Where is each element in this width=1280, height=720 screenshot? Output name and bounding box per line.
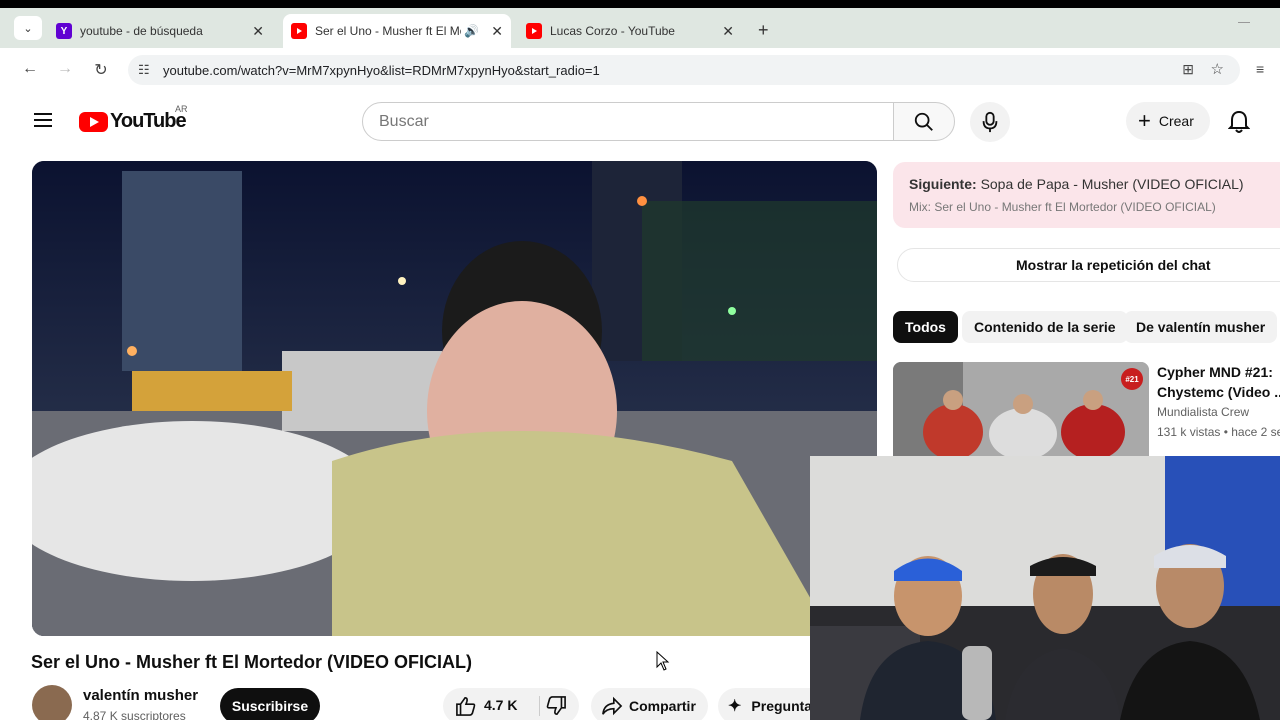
search-placeholder: Buscar [379,112,429,130]
channel-name[interactable]: valentín musher [83,687,198,704]
notifications-bell-icon[interactable] [1227,110,1251,139]
mix-label: Mix: Ser el Uno - Musher ft El Mortedor … [909,200,1216,214]
forward-arrow-icon[interactable]: → [55,60,75,78]
episode-badge: #21 [1121,368,1143,390]
thumbnail-image [893,362,1149,456]
youtube-play-icon [79,111,108,132]
recommended-meta: 131 k vistas • hace 2 se [1157,425,1280,439]
chip-series-content[interactable]: Contenido de la serie [962,311,1128,343]
tab-title: youtube - de búsqueda [80,24,203,38]
share-arrow-icon [602,696,623,716]
minimize-icon[interactable] [1238,22,1250,23]
recommended-channel[interactable]: Mundialista Crew [1157,405,1249,419]
mouse-cursor-icon [656,651,670,671]
microphone-icon [982,111,998,133]
like-count: 4.7 K [484,697,518,713]
menu-icon[interactable] [34,113,52,127]
tab-search-button[interactable]: ⌄ [14,16,42,40]
reload-icon[interactable]: ↻ [91,60,111,80]
youtube-icon [526,23,542,39]
site-settings-icon[interactable]: ☷ [138,62,150,78]
install-app-icon[interactable]: ⊞ [1182,61,1194,78]
tab-lucas-corzo[interactable]: Lucas Corzo - YouTube ✕ [526,14,742,48]
ask-label: Preguntar [751,698,818,714]
video-frame [32,161,877,636]
new-tab-button[interactable]: + [758,20,769,41]
top-border [0,0,1280,8]
video-title: Ser el Uno - Musher ft El Mortedor (VIDE… [31,652,473,672]
webcam-overlay [810,456,1280,720]
plus-icon: + [1138,108,1151,133]
close-icon[interactable]: ✕ [252,23,264,40]
search-input[interactable]: Buscar [362,102,894,141]
voice-search-button[interactable] [970,102,1010,142]
next-video-title: Sopa de Papa - Musher (VIDEO OFICIAL) [980,176,1244,192]
bookmark-star-icon[interactable]: ☆ [1211,60,1224,78]
url-text[interactable]: youtube.com/watch?v=MrM7xpynHyo&list=RDM… [163,63,600,78]
share-button[interactable]: Compartir [591,688,708,720]
speaker-icon[interactable]: 🔊 [464,24,479,38]
back-arrow-icon[interactable]: ← [20,60,40,78]
show-chat-replay-button[interactable]: Mostrar la repetición del chat [897,248,1280,282]
channel-avatar[interactable] [32,685,72,720]
webcam-feed [810,456,1280,720]
recommended-video-thumbnail[interactable]: #21 [893,362,1149,456]
youtube-logo[interactable]: YouTube AR [79,104,188,133]
like-button[interactable] [455,696,477,720]
create-label: Crear [1158,113,1194,129]
create-button[interactable]: + Crear [1126,102,1210,140]
subscribe-button[interactable]: Suscribirse [220,688,320,720]
recommended-video-title[interactable]: Cypher MND #21: Chystemc (Video ... [1157,362,1280,402]
share-label: Compartir [629,698,696,714]
chip-from-channel[interactable]: De valentín musher [1124,311,1278,343]
reading-list-icon[interactable]: ≡ [1256,61,1264,77]
chip-todos[interactable]: Todos [893,311,958,343]
search-button[interactable] [893,102,955,141]
dislike-button[interactable] [545,696,567,720]
tab-title: Ser el Uno - Musher ft El Mortedor [315,24,461,38]
sparkle-icon: ✦ [728,698,742,715]
divider [539,696,540,716]
youtube-header: YouTube AR Buscar + Crear [8,92,1280,152]
browser-tab-bar: ⌄ Y youtube - de búsqueda ✕ Ser el Uno -… [0,8,1280,48]
tab-current-video[interactable]: Ser el Uno - Musher ft El Mortedor 🔊 ✕ [283,14,511,48]
thumbs-up-icon [456,696,476,716]
subscriber-count: 4.87 K suscriptores [83,709,186,720]
up-next-card[interactable]: Siguiente: Sopa de Papa - Musher (VIDEO … [893,162,1280,228]
thumbs-down-icon [546,696,566,716]
close-icon[interactable]: ✕ [722,23,734,40]
screen: ⌄ Y youtube - de búsqueda ✕ Ser el Uno -… [0,0,1280,720]
yahoo-icon: Y [56,23,72,39]
region-code: AR [175,104,188,114]
next-label: Siguiente: [909,176,977,192]
youtube-icon [291,23,307,39]
search-icon [914,112,933,131]
tab-yahoo-search[interactable]: Y youtube - de búsqueda ✕ [56,14,272,48]
chevron-down-icon: ⌄ [23,22,33,35]
browser-toolbar: ← → ↻ ☷ youtube.com/watch?v=MrM7xpynHyo&… [0,48,1280,92]
like-dislike-bar: 4.7 K [443,688,579,720]
address-bar[interactable]: ☷ youtube.com/watch?v=MrM7xpynHyo&list=R… [128,55,1240,85]
close-icon[interactable]: ✕ [491,23,503,40]
video-player[interactable] [32,161,877,636]
tab-title: Lucas Corzo - YouTube [550,24,675,38]
